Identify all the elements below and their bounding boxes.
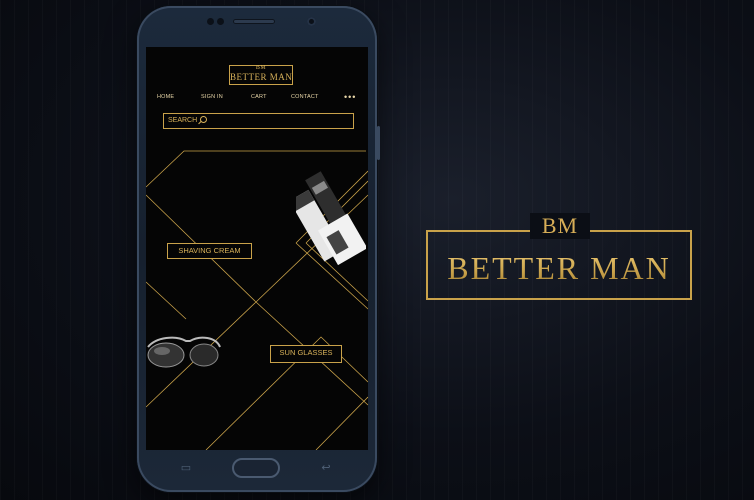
search-icon	[200, 116, 208, 123]
light-sensor	[217, 18, 224, 25]
nav-cart[interactable]: CART	[251, 94, 267, 100]
shaving-products-image	[296, 171, 366, 266]
brand-name: BETTER MAN	[426, 248, 692, 288]
search-input[interactable]: SEARCH	[163, 113, 354, 129]
top-navigation: HOME SIGN IN CART CONTACT	[146, 94, 368, 106]
app-logo-monogram: BM	[255, 65, 267, 71]
nav-sign-in[interactable]: SIGN IN	[201, 94, 223, 100]
phone-side-button	[377, 126, 380, 160]
app-logo-name: BETTER MAN	[230, 72, 293, 82]
sunglasses-image	[147, 336, 221, 368]
proximity-sensor	[207, 18, 214, 25]
back-arrow-icon[interactable]: ↩	[319, 463, 333, 474]
earpiece-speaker	[233, 19, 275, 24]
app-logo[interactable]: BM BETTER MAN	[229, 65, 293, 85]
brand-monogram: BM	[530, 213, 590, 239]
recent-apps-icon[interactable]: ▭	[179, 463, 193, 474]
search-placeholder: SEARCH	[168, 117, 198, 124]
nav-contact[interactable]: CONTACT	[291, 94, 319, 100]
nav-home[interactable]: HOME	[157, 94, 174, 100]
category-sun-glasses[interactable]: SUN GLASSES	[270, 345, 342, 363]
category-shaving-cream[interactable]: SHAVING CREAM	[167, 243, 252, 259]
home-button[interactable]	[232, 458, 280, 478]
phone-screen: BM BETTER MAN HOME SIGN IN CART CONTACT …	[146, 47, 368, 450]
more-dots-icon[interactable]: •••	[344, 93, 356, 102]
phone-mockup: BM BETTER MAN HOME SIGN IN CART CONTACT …	[137, 6, 380, 492]
front-camera	[307, 17, 316, 26]
